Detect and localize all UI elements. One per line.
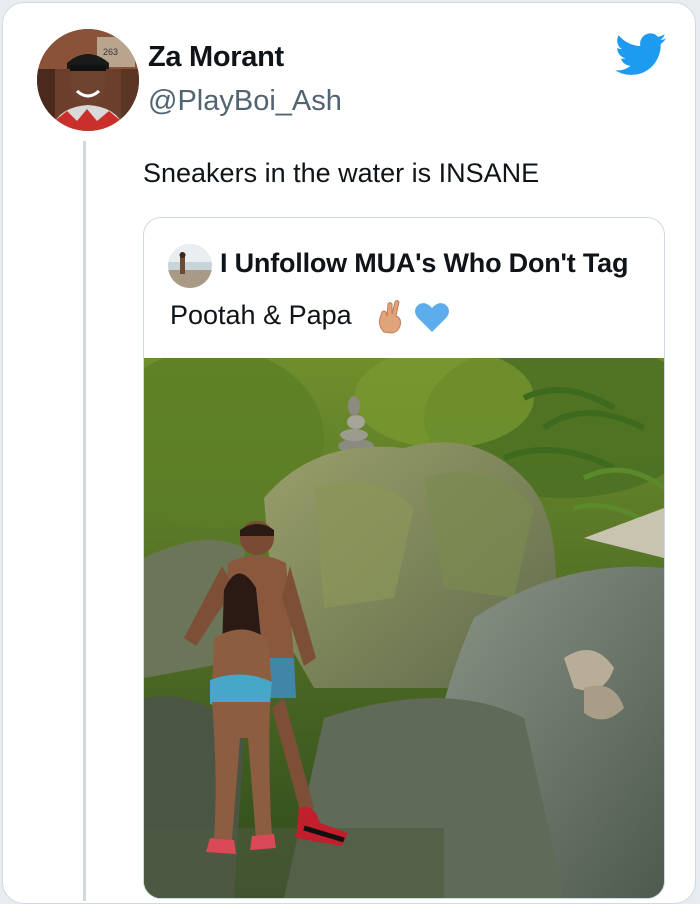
blue-heart-emoji bbox=[415, 303, 449, 332]
quoted-author-avatar[interactable] bbox=[168, 244, 212, 288]
author-handle[interactable]: @PlayBoi_Ash bbox=[148, 85, 342, 118]
author-avatar[interactable]: 263 bbox=[37, 29, 139, 131]
tweet-card[interactable]: 263 Za Morant @PlayBoi_Ash Sneakers in t… bbox=[2, 2, 696, 904]
quoted-tweet[interactable]: I Unfollow MUA's Who Don't Tag Pootah & … bbox=[143, 217, 665, 899]
quoted-tweet-photo[interactable] bbox=[144, 358, 664, 898]
crossed-fingers-emoji bbox=[379, 300, 401, 334]
quoted-emoji-group bbox=[374, 298, 454, 334]
author-name[interactable]: Za Morant bbox=[148, 41, 284, 74]
svg-text:263: 263 bbox=[103, 47, 118, 57]
tweet-text: Sneakers in the water is INSANE bbox=[143, 158, 540, 188]
thread-line bbox=[83, 141, 86, 901]
quoted-author-name[interactable]: I Unfollow MUA's Who Don't Tag bbox=[220, 248, 628, 279]
quoted-tweet-text: Pootah & Papa bbox=[170, 300, 352, 330]
twitter-bird-icon[interactable] bbox=[615, 33, 667, 77]
